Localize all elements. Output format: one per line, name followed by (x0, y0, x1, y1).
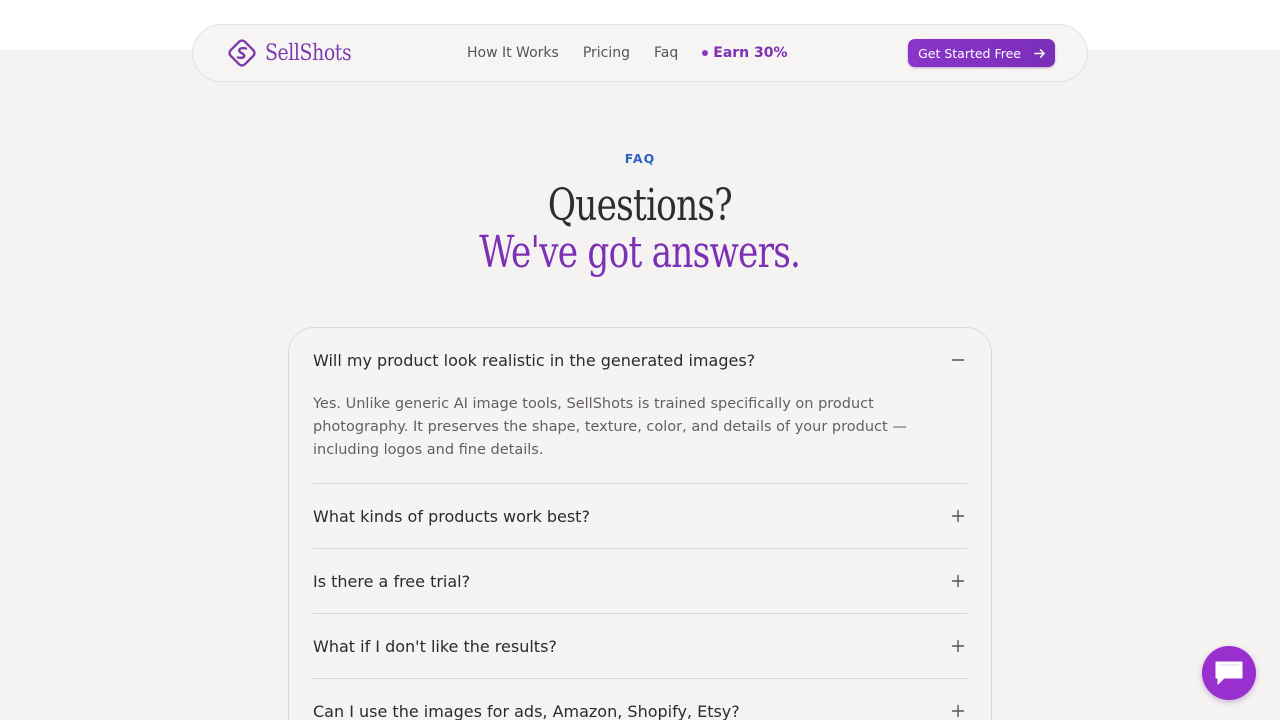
faq-question: What kinds of products work best? (313, 506, 590, 526)
navbar: SellShots How It Works Pricing Faq Earn … (192, 24, 1088, 82)
heading-line2-text: We've got answers. (479, 227, 802, 278)
faq-item[interactable]: Is there a free trial? (313, 549, 967, 614)
faq-question: What if I don't like the results? (313, 636, 557, 656)
minus-icon[interactable] (951, 353, 965, 367)
faq-item[interactable]: What if I don't like the results? (313, 614, 967, 679)
faq-answer: Yes. Unlike generic AI image tools, Sell… (313, 396, 907, 458)
faq-item[interactable]: What kinds of products work best? (313, 484, 967, 549)
dot-icon (702, 50, 709, 56)
faq-question-row[interactable]: What kinds of products work best? (313, 484, 967, 548)
nav-link-faq[interactable]: Faq (654, 45, 678, 61)
faq-eyebrow: FAQ (624, 151, 656, 166)
faq-question: Can I use the images for ads, Amazon, Sh… (313, 701, 740, 720)
faq-question-row[interactable]: What if I don't like the results? (313, 614, 967, 678)
get-started-button[interactable]: Get Started Free (908, 39, 1055, 67)
faq-question-row[interactable]: Can I use the images for ads, Amazon, Sh… (313, 679, 967, 720)
earn-label: Earn 30% (713, 45, 788, 61)
nav-links: How It Works Pricing Faq Earn 30% (467, 25, 788, 81)
nav-link-pricing[interactable]: Pricing (583, 45, 630, 61)
plus-icon[interactable] (951, 574, 965, 588)
nav-link-earn[interactable]: Earn 30% (702, 45, 788, 61)
plus-icon[interactable] (951, 704, 965, 718)
heading-line1-text: Questions? (548, 180, 733, 231)
faq-item[interactable]: Will my product look realistic in the ge… (313, 328, 967, 484)
plus-icon[interactable] (951, 509, 965, 523)
faq-card: Will my product look realistic in the ge… (288, 327, 992, 720)
get-started-label: Get Started Free (918, 45, 1021, 61)
chat-button[interactable] (1202, 646, 1256, 700)
faq-question: Is there a free trial? (313, 571, 471, 591)
arrow-right-icon (1034, 48, 1045, 58)
logo[interactable]: SellShots (227, 38, 365, 68)
logo-icon (228, 39, 256, 67)
faq-item[interactable]: Can I use the images for ads, Amazon, Sh… (313, 679, 967, 720)
faq-question-row[interactable]: Is there a free trial? (313, 549, 967, 613)
faq-heading-line2: We've got answers. (0, 227, 1280, 278)
faq-question-row[interactable]: Will my product look realistic in the ge… (313, 328, 967, 392)
faq-heading-line1: Questions? (0, 180, 1280, 231)
plus-icon[interactable] (951, 639, 965, 653)
logo-text: SellShots (265, 40, 352, 66)
nav-link-how-it-works[interactable]: How It Works (467, 45, 559, 61)
chat-bubble-icon (1215, 661, 1243, 685)
faq-question: Will my product look realistic in the ge… (313, 350, 756, 370)
